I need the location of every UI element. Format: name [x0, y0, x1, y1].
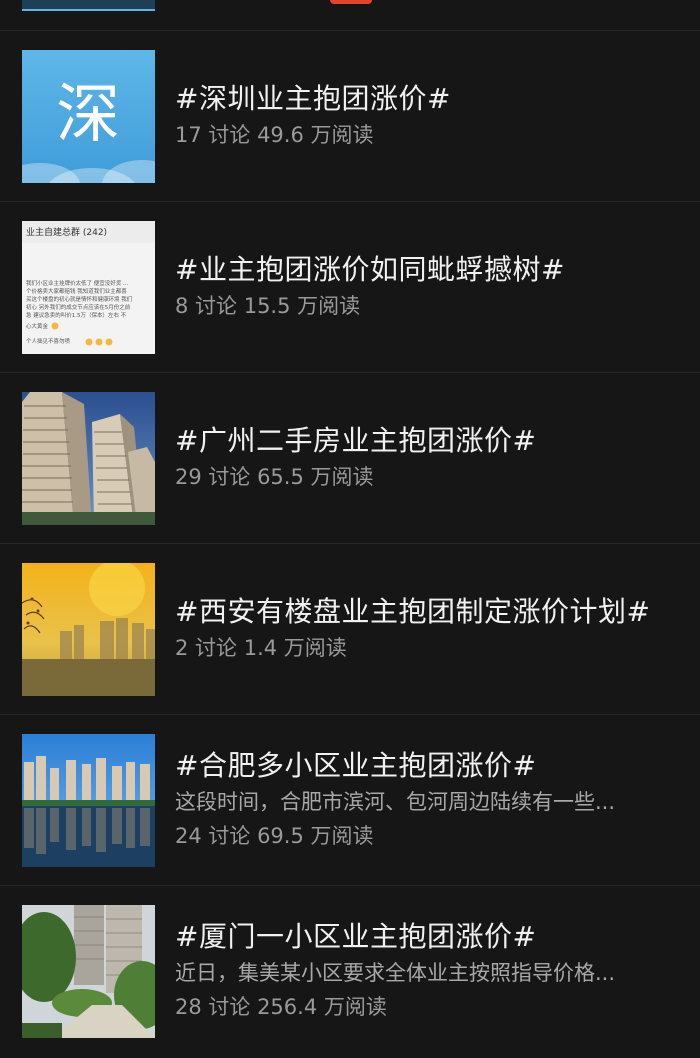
topic-title[interactable]: #深圳业主抱团涨价# — [175, 80, 676, 118]
svg-text:心大黄金: 心大黄金 — [26, 322, 49, 330]
topic-meta: 2 讨论 1.4 万阅读 — [175, 636, 347, 660]
chat-header: 业主自建总群 (242) — [26, 226, 107, 238]
svg-text:我们小区业主挂牌价太低了 便宜没好货 ...: 我们小区业主挂牌价太低了 便宜没好货 ... — [26, 279, 128, 287]
topic-title[interactable]: #西安有楼盘业主抱团制定涨价计划# — [175, 593, 676, 631]
topic-meta: 29 讨论 65.5 万阅读 — [175, 465, 374, 489]
topic-description: 近日，集美某小区要求全体业主按照指导价格... — [175, 961, 616, 985]
topic-meta: 24 讨论 69.5 万阅读 — [175, 824, 374, 848]
topic-item-xian[interactable]: #西安有楼盘业主抱团制定涨价计划# 2 讨论 1.4 万阅读 — [0, 543, 700, 714]
red-badge — [330, 0, 372, 4]
shen-character-thumbnail: 深 — [22, 50, 155, 183]
svg-text:急 建议急卖的叫价1.5万（保本）左右 不: 急 建议急卖的叫价1.5万（保本）左右 不 — [26, 311, 127, 319]
topic-meta: 17 讨论 49.6 万阅读 — [175, 123, 374, 147]
topic-item-hefei[interactable]: #合肥多小区业主抱团涨价# 这段时间，合肥市滨河、包河周边陆续有一些... 24… — [0, 714, 700, 885]
topic-item-xiamen[interactable]: #厦门一小区业主抱团涨价# 近日，集美某小区要求全体业主按照指导价格... 28… — [0, 885, 700, 1056]
topic-meta: 28 讨论 256.4 万阅读 — [175, 995, 387, 1019]
topic-title[interactable]: #业主抱团涨价如同蚍蜉撼树# — [175, 251, 676, 289]
topic-list: 深 #深圳业主抱团涨价# 17 讨论 49.6 万阅读 业主自建总群 (242)… — [0, 30, 700, 1056]
previous-thumbnail-edge — [22, 0, 155, 11]
svg-text:个人拙见不喜勿喷: 个人拙见不喜勿喷 — [26, 337, 71, 345]
topic-meta: 8 讨论 15.5 万阅读 — [175, 294, 361, 318]
chat-screenshot-thumbnail: 业主自建总群 (242) 我们小区业主挂牌价太低了 便宜没好货 ... 个价格卖… — [22, 221, 155, 354]
thumb-char: 深 — [56, 78, 120, 152]
topic-item-guangzhou[interactable]: #广州二手房业主抱团涨价# 29 讨论 65.5 万阅读 — [0, 372, 700, 543]
previous-item-edge — [0, 0, 700, 30]
topic-title[interactable]: #广州二手房业主抱团涨价# — [175, 422, 676, 460]
topic-description: 这段时间，合肥市滨河、包河周边陆续有一些... — [175, 790, 616, 814]
sunset-skyline-thumbnail — [22, 563, 155, 696]
topic-title[interactable]: #厦门一小区业主抱团涨价# — [175, 918, 676, 956]
riverside-buildings-thumbnail — [22, 734, 155, 867]
topic-title[interactable]: #合肥多小区业主抱团涨价# — [175, 747, 676, 785]
svg-text:初心 另外我们的成交节点应该在5月份之前: 初心 另外我们的成交节点应该在5月份之前 — [26, 303, 131, 311]
topic-item-ant-shakes-tree[interactable]: 业主自建总群 (242) 我们小区业主挂牌价太低了 便宜没好货 ... 个价格卖… — [0, 201, 700, 372]
topic-item-shenzhen[interactable]: 深 #深圳业主抱团涨价# 17 讨论 49.6 万阅读 — [0, 30, 700, 201]
residential-garden-thumbnail — [22, 905, 155, 1038]
high-rise-building-thumbnail — [22, 392, 155, 525]
svg-text:个价格卖大家都赔钱 我知道我们业主都喜: 个价格卖大家都赔钱 我知道我们业主都喜 — [26, 287, 127, 295]
svg-text:买这个楼盘的初心就是情怀和健康环境 我们: 买这个楼盘的初心就是情怀和健康环境 我们 — [26, 295, 133, 303]
